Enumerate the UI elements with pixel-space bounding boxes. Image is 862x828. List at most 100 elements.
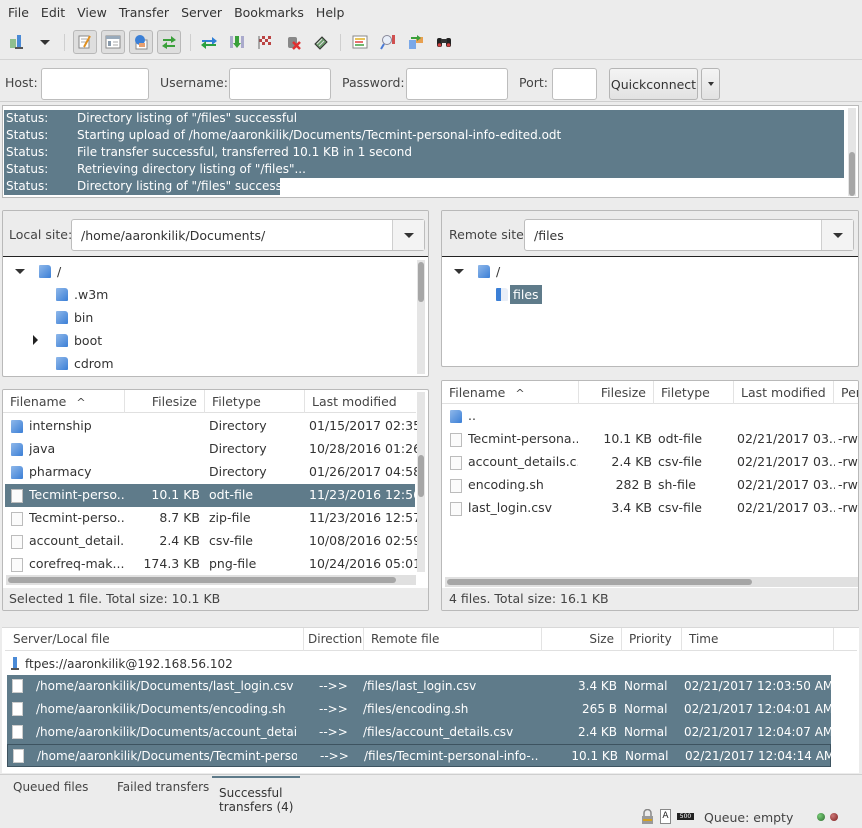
local-file-row[interactable]: account_detail... 2.4 KB csv-file 10/08/201… <box>5 530 417 553</box>
queue-server-row[interactable]: ftpes://aaronkilik@192.168.56.102 <box>10 654 233 674</box>
search-remote-files-icon[interactable] <box>432 30 456 54</box>
menu-help[interactable]: Help <box>311 5 350 20</box>
local-file-row[interactable]: pharmacy Directory 01/26/2017 04:58:... <box>5 461 417 484</box>
column-filetype[interactable]: Filetype <box>205 390 305 413</box>
column-permissions[interactable]: Per <box>834 381 858 404</box>
remote-file-row[interactable]: .. <box>444 405 858 428</box>
column-filename[interactable]: Filename ^ <box>3 390 125 413</box>
remote-file-row[interactable]: last_login.csv 3.4 KB csv-file 02/21/2017 0… <box>444 497 858 520</box>
local-list-hscrollbar-thumb[interactable] <box>8 577 396 583</box>
site-manager-dropdown-icon[interactable] <box>33 30 57 54</box>
tree-label: .w3m <box>74 286 109 302</box>
local-site-dropdown[interactable] <box>392 220 424 250</box>
queue-row[interactable]: /home/aaronkilik/Documents/last_login.cs… <box>7 675 833 698</box>
collapsed-icon[interactable] <box>33 335 38 345</box>
log-scrollbar-thumb[interactable] <box>849 152 855 196</box>
column-size[interactable]: Size <box>542 628 622 651</box>
speed-limit-icon[interactable]: 500 <box>677 813 694 820</box>
menu-view[interactable]: View <box>72 5 112 20</box>
tree-label: boot <box>74 332 103 348</box>
file-modified: 01/26/2017 04:58:... <box>309 464 417 479</box>
file-permissions: -rw- <box>838 500 858 515</box>
menu-file[interactable]: File <box>3 5 34 20</box>
column-filesize[interactable]: Filesize <box>125 390 205 413</box>
log-scrollbar[interactable] <box>848 108 856 196</box>
site-manager-icon[interactable] <box>6 30 30 54</box>
reconnect-icon[interactable] <box>309 30 333 54</box>
local-file-row[interactable]: corefreq-mak... 174.3 KB png-file 10/24/201… <box>5 553 417 576</box>
local-tree-item-boot[interactable]: boot <box>33 329 102 351</box>
tab-successful-transfers[interactable]: Successful transfers (4) <box>212 776 300 814</box>
remote-file-row[interactable]: account_details.c... 2.4 KB csv-file 02/21/… <box>444 451 858 474</box>
local-file-row[interactable]: java Directory 10/28/2016 01:26:... <box>5 438 417 461</box>
remote-tree-item-root[interactable]: / <box>454 260 500 282</box>
queue-priority: Normal <box>625 749 669 763</box>
port-input[interactable] <box>552 68 597 100</box>
filter-indicator-icon[interactable]: A <box>660 809 671 824</box>
column-filetype[interactable]: Filetype <box>654 381 734 404</box>
tab-failed-transfers[interactable]: Failed transfers <box>117 780 209 794</box>
column-server-local-file[interactable]: Server/Local file <box>5 628 304 651</box>
queue-row[interactable]: /home/aaronkilik/Documents/encoding.sh --… <box>7 698 833 721</box>
column-filename[interactable]: Filename ^ <box>442 381 579 404</box>
process-queue-icon[interactable] <box>225 30 249 54</box>
synchronized-browsing-icon[interactable] <box>404 30 428 54</box>
local-tree-item-bin[interactable]: bin <box>56 306 93 328</box>
menu-edit[interactable]: Edit <box>36 5 70 20</box>
queue-row[interactable]: /home/aaronkilik/Documents/Tecmint-perso… <box>7 744 834 767</box>
chevron-down-icon <box>707 82 714 86</box>
remote-site-combo[interactable]: /files <box>524 219 854 251</box>
local-tree-item-root[interactable]: / <box>15 260 61 282</box>
file-type: csv-file <box>658 454 702 469</box>
username-input[interactable] <box>229 68 331 100</box>
local-tree-item-cdrom[interactable]: cdrom <box>56 352 114 374</box>
local-site-combo[interactable]: /home/aaronkilik/Documents/ <box>71 219 425 251</box>
directory-comparison-icon[interactable] <box>376 30 400 54</box>
local-list-scrollbar-thumb[interactable] <box>418 455 424 497</box>
queue-row[interactable]: /home/aaronkilik/Documents/account_detai… <box>7 721 833 744</box>
refresh-icon[interactable] <box>197 30 221 54</box>
column-last-modified[interactable]: Last modified <box>305 390 416 413</box>
expanded-icon[interactable] <box>454 268 464 274</box>
tab-queued-files[interactable]: Queued files <box>13 780 88 794</box>
toggle-message-log-icon[interactable] <box>73 30 97 54</box>
local-list-hscrollbar[interactable] <box>6 575 416 585</box>
remote-file-row[interactable]: Tecmint-persona... 10.1 KB odt-file 02/21/2… <box>444 428 858 451</box>
toggle-local-tree-icon[interactable] <box>101 30 125 54</box>
menu-transfer[interactable]: Transfer <box>114 5 174 20</box>
remote-site-dropdown[interactable] <box>821 220 853 250</box>
remote-list-hscrollbar-thumb[interactable] <box>447 579 752 585</box>
column-filesize[interactable]: Filesize <box>579 381 654 404</box>
quickconnect-history-dropdown[interactable] <box>701 68 720 100</box>
directory-filter-icon[interactable] <box>348 30 372 54</box>
toggle-remote-tree-icon[interactable] <box>129 30 153 54</box>
cancel-operation-icon[interactable] <box>253 30 277 54</box>
disconnect-icon[interactable] <box>281 30 305 54</box>
log-row: Status: Retrieving directory listing of "… <box>4 161 844 178</box>
column-direction[interactable]: Direction <box>304 628 364 651</box>
message-log[interactable]: Status: Directory listing of "/files" suc… <box>2 105 859 198</box>
column-last-modified[interactable]: Last modified <box>734 381 834 404</box>
remote-list-hscrollbar[interactable] <box>445 577 858 587</box>
local-file-row[interactable]: Tecmint-perso... 10.1 KB odt-file 11/23/201… <box>5 484 417 507</box>
column-time[interactable]: Time <box>682 628 834 651</box>
sort-ascending-icon: ^ <box>76 396 86 409</box>
local-list-scrollbar[interactable] <box>417 392 425 572</box>
column-remote-file[interactable]: Remote file <box>364 628 542 651</box>
log-key: Status: <box>6 179 49 193</box>
host-input[interactable] <box>41 68 149 100</box>
local-tree-scrollbar[interactable] <box>417 260 425 374</box>
menu-bookmarks[interactable]: Bookmarks <box>229 5 309 20</box>
remote-file-row[interactable]: encoding.sh 282 B sh-file 02/21/2017 03... -… <box>444 474 858 497</box>
column-priority[interactable]: Priority <box>622 628 682 651</box>
local-file-row[interactable]: Tecmint-perso... 8.7 KB zip-file 11/23/2016… <box>5 507 417 530</box>
password-input[interactable] <box>406 68 508 100</box>
local-tree-scrollbar-thumb[interactable] <box>418 262 424 302</box>
expanded-icon[interactable] <box>15 268 25 274</box>
toggle-transfer-queue-icon[interactable] <box>157 30 181 54</box>
local-tree-item-w3m[interactable]: .w3m <box>56 283 108 305</box>
local-file-row[interactable]: internship Directory 01/15/2017 02:35:... <box>5 415 417 438</box>
quickconnect-button[interactable]: Quickconnect <box>609 68 698 100</box>
menu-server[interactable]: Server <box>176 5 227 20</box>
remote-tree-item-files[interactable]: files <box>496 283 542 305</box>
